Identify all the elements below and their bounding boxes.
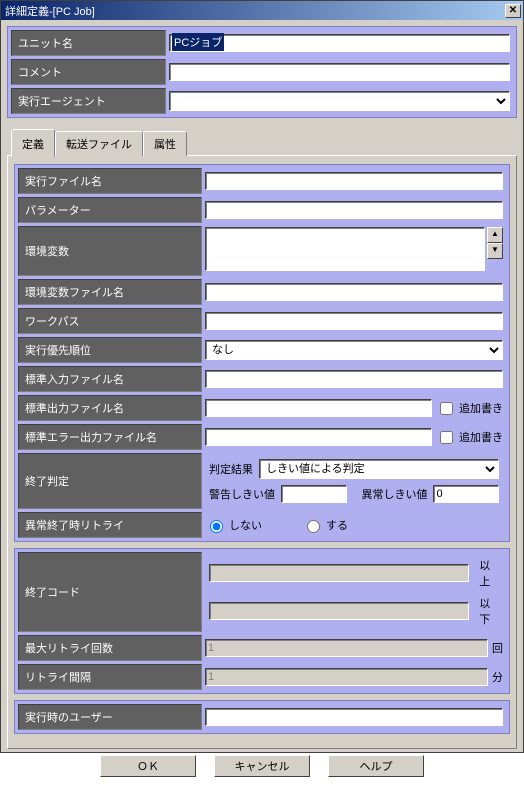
stderr-append-checkbox[interactable] [440, 431, 453, 444]
stdin-input[interactable] [205, 370, 503, 388]
stderr-label: 標準エラー出力ファイル名 [18, 424, 202, 450]
retry-interval-label: リトライ間隔 [18, 664, 202, 690]
priority-label: 実行優先順位 [18, 337, 202, 363]
stdout-input[interactable] [205, 399, 432, 417]
button-bar: ＯＫ キャンセル ヘルプ [7, 749, 517, 779]
env-var-textarea[interactable] [205, 227, 485, 271]
judge-result-select[interactable]: しきい値による判定 [259, 459, 499, 479]
comment-input[interactable] [169, 63, 510, 81]
max-retry-unit: 回 [492, 640, 503, 656]
param-input[interactable] [205, 201, 503, 219]
retry-interval-unit: 分 [492, 669, 503, 685]
end-code-label: 終了コード [18, 552, 202, 632]
unit-name-label: ユニット名 [11, 30, 166, 56]
comment-label: コメント [11, 59, 166, 85]
exec-user-input[interactable] [205, 708, 503, 726]
close-icon[interactable]: ✕ [505, 4, 521, 18]
retry-yes-label: する [326, 517, 348, 533]
help-button[interactable]: ヘルプ [328, 755, 424, 777]
env-var-up-icon[interactable]: ▲ [487, 227, 503, 243]
stdin-label: 標準入力ファイル名 [18, 366, 202, 392]
end-code-ge-input [209, 564, 469, 582]
param-label: パラメーター [18, 197, 202, 223]
exec-file-input[interactable] [205, 172, 503, 190]
tabstrip: 定義 転送ファイル 属性 [7, 129, 517, 156]
retry-no-label: しない [229, 517, 262, 533]
end-code-ge-unit: 以上 [479, 557, 499, 589]
exec-user-label: 実行時のユーザー [18, 704, 202, 730]
exec-file-label: 実行ファイル名 [18, 168, 202, 194]
cancel-button[interactable]: キャンセル [214, 755, 310, 777]
tab-attribute[interactable]: 属性 [143, 131, 187, 156]
judge-result-label: 判定結果 [209, 461, 253, 477]
workpath-input[interactable] [205, 312, 503, 330]
titlebar: 詳細定義-[PC Job] ✕ [1, 1, 523, 20]
workpath-label: ワークパス [18, 308, 202, 334]
exec-agent-label: 実行エージェント [11, 88, 166, 114]
tab-panel-definition: 実行ファイル名 パラメーター 環境変数 ▲ ▼ [7, 155, 517, 749]
warn-thresh-label: 警告しきい値 [209, 486, 275, 502]
end-judge-label: 終了判定 [18, 453, 202, 509]
warn-thresh-input[interactable] [281, 485, 347, 503]
priority-select[interactable]: なし [205, 340, 503, 360]
unit-name-selection: PCジョブ [172, 33, 224, 51]
retry-label: 異常終了時リトライ [18, 512, 202, 538]
env-var-label: 環境変数 [18, 226, 202, 276]
retry-interval-input [205, 668, 488, 686]
env-file-input[interactable] [205, 283, 503, 301]
max-retry-input [205, 639, 488, 657]
retry-no-radio[interactable] [210, 520, 223, 533]
abnorm-thresh-label: 異常しきい値 [361, 486, 427, 502]
stdout-label: 標準出力ファイル名 [18, 395, 202, 421]
retry-yes-radio[interactable] [307, 520, 320, 533]
env-var-down-icon[interactable]: ▼ [487, 243, 503, 259]
env-file-label: 環境変数ファイル名 [18, 279, 202, 305]
window-title: 詳細定義-[PC Job] [5, 3, 505, 19]
dialog-window: 詳細定義-[PC Job] ✕ ユニット名 PCジョブ コメント 実行エージェン… [0, 0, 524, 753]
stdout-append-label: 追加書き [459, 400, 503, 416]
tab-transfer-file[interactable]: 転送ファイル [55, 131, 143, 156]
ok-button[interactable]: ＯＫ [100, 755, 196, 777]
end-code-le-unit: 以下 [479, 595, 499, 627]
stdout-append-checkbox[interactable] [440, 402, 453, 415]
header-block: ユニット名 PCジョブ コメント 実行エージェント [7, 26, 517, 118]
stderr-append-label: 追加書き [459, 429, 503, 445]
exec-agent-select[interactable] [169, 91, 510, 111]
max-retry-label: 最大リトライ回数 [18, 635, 202, 661]
abnorm-thresh-input[interactable] [433, 485, 499, 503]
tab-definition[interactable]: 定義 [11, 129, 55, 157]
stderr-input[interactable] [205, 428, 432, 446]
end-code-le-input [209, 602, 469, 620]
